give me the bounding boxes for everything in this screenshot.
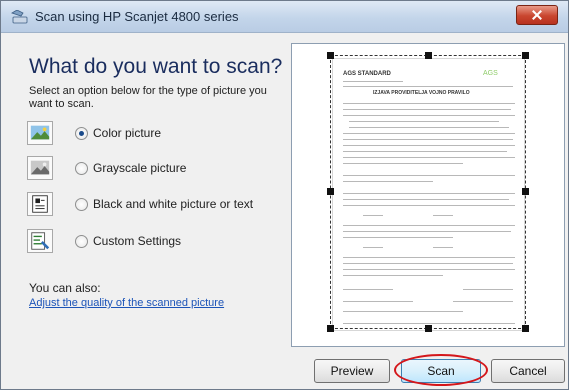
instructions-text: Select an option below for the type of p… (29, 85, 267, 110)
radio-bw-picture[interactable] (75, 198, 88, 211)
crop-handle-right[interactable] (522, 188, 529, 195)
title-bar[interactable]: Scan using HP Scanjet 4800 series (1, 1, 568, 33)
custom-settings-icon (27, 229, 53, 253)
option-grayscale-picture[interactable]: Grayscale picture (27, 156, 227, 182)
crop-handle-top[interactable] (425, 52, 432, 59)
scan-button-highlight (394, 354, 488, 386)
close-button[interactable] (516, 5, 558, 25)
crop-handle-left[interactable] (327, 188, 334, 195)
option-label: Grayscale picture (93, 161, 187, 175)
crop-handle-bottom-left[interactable] (327, 325, 334, 332)
crop-handle-top-right[interactable] (522, 52, 529, 59)
bw-picture-icon (27, 192, 53, 216)
grayscale-picture-icon (27, 156, 53, 180)
scanner-icon (11, 10, 28, 24)
radio-color-picture[interactable] (75, 127, 88, 140)
radio-custom-settings[interactable] (75, 235, 88, 248)
adjust-quality-link[interactable]: Adjust the quality of the scanned pictur… (29, 297, 224, 309)
option-color-picture[interactable]: Color picture (27, 121, 227, 147)
window-title: Scan using HP Scanjet 4800 series (35, 9, 239, 24)
crop-handle-top-left[interactable] (327, 52, 334, 59)
option-label: Black and white picture or text (93, 197, 254, 211)
preview-button[interactable]: Preview (314, 359, 390, 383)
option-label: Custom Settings (93, 234, 182, 248)
scan-dialog: Scan using HP Scanjet 4800 series What d… (0, 0, 569, 390)
cancel-button[interactable]: Cancel (491, 359, 565, 383)
crop-handle-bottom[interactable] (425, 325, 432, 332)
option-bw-picture[interactable]: Black and white picture or text (27, 192, 267, 218)
option-custom-settings[interactable]: Custom Settings (27, 229, 227, 255)
crop-selection-frame[interactable] (330, 55, 526, 329)
option-label: Color picture (93, 126, 162, 140)
page-title: What do you want to scan? (29, 55, 283, 78)
you-can-also-label: You can also: (29, 281, 101, 295)
radio-grayscale-picture[interactable] (75, 162, 88, 175)
crop-handle-bottom-right[interactable] (522, 325, 529, 332)
color-picture-icon (27, 121, 53, 145)
